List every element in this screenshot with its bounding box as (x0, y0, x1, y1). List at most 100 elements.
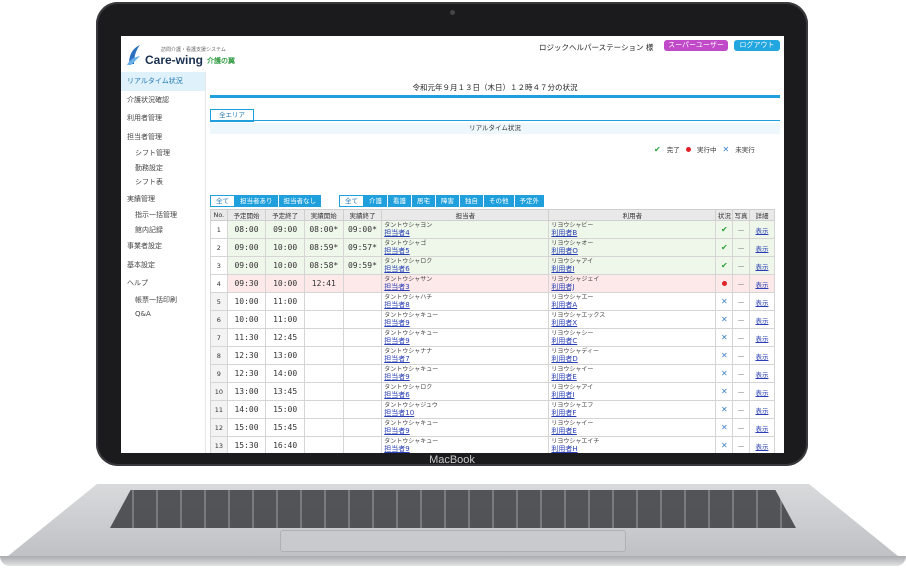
time-cell: 14:00 (265, 364, 305, 383)
sidebar-item[interactable]: ヘルプ (121, 274, 205, 293)
time-cell (342, 310, 383, 329)
staff-link[interactable]: 担当者9 (384, 445, 546, 454)
service-tab[interactable]: 看護 (388, 195, 412, 207)
user-link[interactable]: 利用者B (551, 229, 713, 238)
photo-cell: — (732, 328, 750, 347)
staff-link[interactable]: 担当者5 (384, 247, 546, 256)
time-cell: 15:45 (265, 418, 305, 437)
staff-link[interactable]: 担当者9 (384, 427, 546, 436)
staff-link[interactable]: 担当者9 (384, 319, 546, 328)
user-cell: リヨウシャエフ 利用者F (548, 400, 717, 419)
detail-link[interactable]: 表示 (755, 443, 768, 451)
user-link[interactable]: 利用者C (551, 337, 713, 346)
detail-link[interactable]: 表示 (755, 353, 768, 361)
sidebar-item[interactable]: 館内記録 (121, 223, 205, 238)
user-link[interactable]: 利用者X (551, 319, 713, 328)
super-user-button[interactable]: スーパーユーザー (664, 40, 728, 51)
sidebar-item[interactable]: 利用者管理 (121, 109, 205, 128)
row-number: 6 (210, 310, 228, 329)
time-cell: 10:00 (265, 238, 305, 257)
time-cell: 15:00 (226, 418, 267, 437)
staff-link[interactable]: 担当者6 (384, 265, 546, 274)
detail-link[interactable]: 表示 (755, 407, 768, 415)
detail-link[interactable]: 表示 (755, 245, 768, 253)
user-link[interactable]: 利用者D (551, 355, 713, 364)
service-tab[interactable]: その他 (484, 195, 515, 207)
staff-link[interactable]: 担当者3 (384, 283, 546, 292)
cross-icon: ✕ (720, 387, 728, 396)
sidebar-item[interactable]: 担当者管理 (121, 128, 205, 147)
user-link[interactable]: 利用者F (551, 409, 713, 418)
time-cell: 08:00* (303, 220, 344, 239)
time-cell: 16:40 (265, 436, 305, 453)
sidebar-item[interactable]: 帳票一括印刷 (121, 293, 205, 308)
staff-filter-tabs: 全て 担当者あり 担当者なし (210, 195, 322, 207)
column-header: 利用者 (548, 209, 717, 221)
logout-button[interactable]: ログアウト (734, 40, 780, 51)
staff-cell: タントウシャゴ 担当者5 (381, 238, 550, 257)
service-tab[interactable]: 障害 (436, 195, 460, 207)
sidebar-item[interactable]: 事業者設定 (121, 237, 205, 256)
detail-link[interactable]: 表示 (755, 425, 768, 433)
sidebar-item[interactable]: 指示一括管理 (121, 208, 205, 223)
user-link[interactable]: 利用者I (551, 265, 713, 274)
detail-link[interactable]: 表示 (755, 389, 768, 397)
time-cell: 10:00 (265, 256, 305, 275)
time-cell: 12:45 (265, 328, 305, 347)
detail-link[interactable]: 表示 (755, 371, 768, 379)
user-link[interactable]: 利用者H (551, 445, 713, 454)
staff-link[interactable]: 担当者4 (384, 229, 546, 238)
detail-link[interactable]: 表示 (755, 317, 768, 325)
staff-link[interactable]: 担当者7 (384, 355, 546, 364)
filter-tab[interactable]: 担当者なし (278, 195, 322, 207)
staff-link[interactable]: 担当者9 (384, 337, 546, 346)
user-link[interactable]: 利用者O (551, 247, 713, 256)
detail-link[interactable]: 表示 (755, 281, 768, 289)
detail-link[interactable]: 表示 (755, 335, 768, 343)
time-cell: 15:30 (226, 436, 267, 453)
user-link[interactable]: 利用者J (551, 283, 713, 292)
time-cell: 13:45 (265, 382, 305, 401)
photo-cell: — (732, 256, 750, 275)
filter-tab[interactable]: 担当者あり (235, 195, 279, 207)
sidebar-item[interactable]: 基本設定 (121, 256, 205, 275)
sidebar-item[interactable]: Q&A (121, 307, 205, 322)
staff-link[interactable]: 担当者10 (384, 409, 546, 418)
filter-tab[interactable]: 全て (210, 195, 235, 207)
service-tab[interactable]: 全て (339, 195, 364, 207)
row-number: 10 (210, 382, 228, 401)
staff-link[interactable]: 担当者6 (384, 391, 546, 400)
photo-cell: — (732, 364, 750, 383)
dash-icon: — (737, 333, 745, 342)
service-tab[interactable]: 介護 (364, 195, 388, 207)
sidebar-item[interactable]: シフト表 (121, 175, 205, 190)
detail-link[interactable]: 表示 (755, 263, 768, 271)
time-cell (303, 436, 344, 453)
legend-not-run: 未実行 (735, 146, 755, 154)
user-link[interactable]: 利用者A (551, 301, 713, 310)
photo-cell: — (732, 310, 750, 329)
staff-link[interactable]: 担当者9 (384, 373, 546, 382)
status-cell: ✕ (715, 328, 734, 347)
service-tab[interactable]: 予定外 (514, 195, 545, 207)
service-tab[interactable]: 独自 (460, 195, 484, 207)
service-tab[interactable]: 居宅 (412, 195, 436, 207)
sidebar-item[interactable]: シフト管理 (121, 146, 205, 161)
user-link[interactable]: 利用者E (551, 427, 713, 436)
staff-kana: タントウシャキュー (384, 365, 439, 373)
cross-icon: ✕ (720, 405, 728, 414)
user-link[interactable]: 利用者I (551, 391, 713, 400)
sidebar-item[interactable]: 勤務設定 (121, 161, 205, 176)
user-link[interactable]: 利用者E (551, 373, 713, 382)
time-cell (342, 382, 383, 401)
user-kana: リヨウシャシー (551, 329, 594, 337)
staff-link[interactable]: 担当者8 (384, 301, 546, 310)
staff-cell: タントウシャサン 担当者3 (381, 274, 550, 293)
time-cell (342, 364, 383, 383)
sidebar-item[interactable]: リアルタイム状況 (121, 72, 205, 91)
detail-link[interactable]: 表示 (755, 227, 768, 235)
detail-link[interactable]: 表示 (755, 299, 768, 307)
legend-done: 完了 (666, 146, 680, 154)
sidebar-item[interactable]: 介護状況確認 (121, 91, 205, 110)
sidebar-item[interactable]: 実績管理 (121, 190, 205, 209)
